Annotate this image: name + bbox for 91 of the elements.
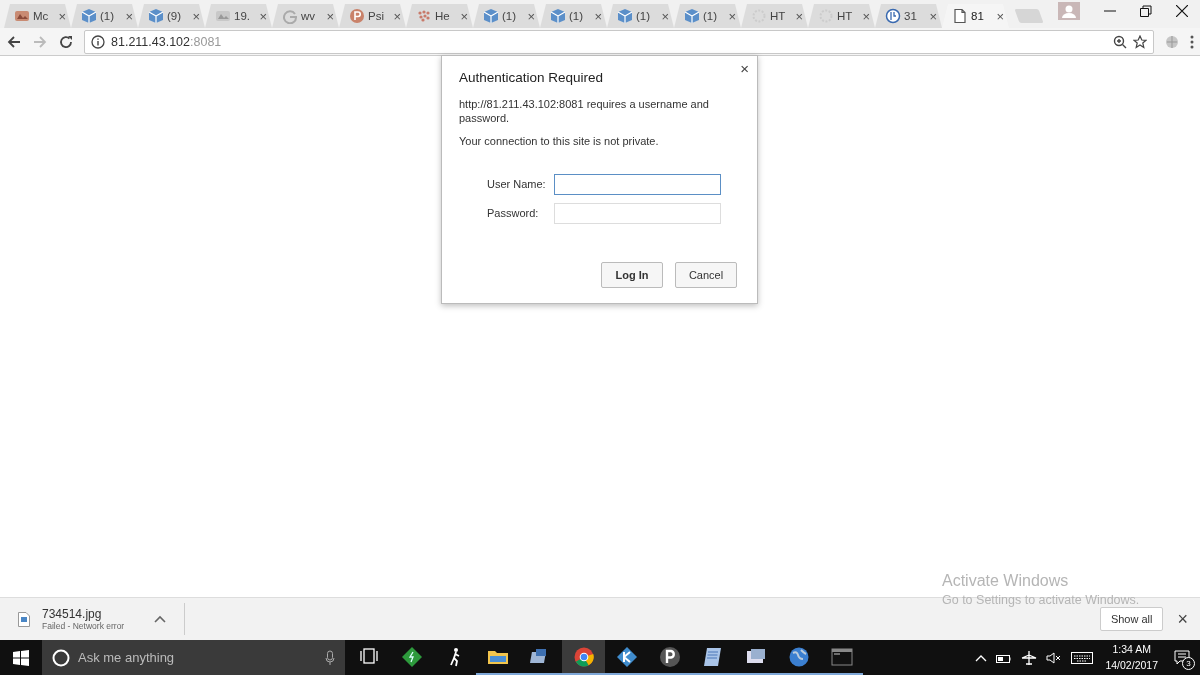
close-icon[interactable] xyxy=(1176,5,1188,17)
microphone-icon[interactable] xyxy=(325,649,335,666)
letter-g-icon xyxy=(282,8,298,24)
tab-close-button[interactable]: × xyxy=(326,8,334,24)
letter-p-icon xyxy=(658,645,681,668)
cube-icon xyxy=(684,8,700,24)
browser-tab[interactable]: (1) × xyxy=(674,4,741,28)
terminal-icon xyxy=(830,645,853,668)
dialog-close-button[interactable]: × xyxy=(740,60,749,77)
cortana-circle-icon xyxy=(52,648,70,667)
privacy-note: Your connection to this site is not private. xyxy=(459,133,660,148)
address-bar[interactable]: 81.211.43.102:8081 xyxy=(84,29,1154,54)
tab-close-button[interactable]: × xyxy=(929,8,937,24)
cube-icon xyxy=(550,8,566,24)
tab-close-button[interactable]: × xyxy=(661,8,669,24)
menu-icon[interactable] xyxy=(1190,34,1194,49)
browser-tab[interactable]: (1) × xyxy=(473,4,540,28)
cancel-button[interactable]: Cancel xyxy=(675,261,737,288)
restore-icon[interactable] xyxy=(1140,5,1152,17)
dots-icon xyxy=(416,8,432,24)
field-label: Password: xyxy=(487,207,540,220)
info-icon xyxy=(91,34,105,49)
reload-icon[interactable] xyxy=(58,33,74,50)
browser-tab[interactable]: 19. × xyxy=(205,4,272,28)
browser-tab[interactable]: wv × xyxy=(272,4,339,28)
tab-close-button[interactable]: × xyxy=(125,8,133,24)
chrome-icon xyxy=(572,645,595,668)
username-field[interactable] xyxy=(553,173,721,195)
activation-message: Go to Settings to activate Windows. xyxy=(942,593,1140,607)
cube-icon xyxy=(81,8,97,24)
browser-tab[interactable]: (9) × xyxy=(138,4,205,28)
tab-close-button[interactable]: × xyxy=(594,8,602,24)
tab-close-button[interactable]: × xyxy=(795,8,803,24)
activation-title: Activate Windows xyxy=(942,572,1070,590)
tab-close-button[interactable]: × xyxy=(460,8,468,24)
notification-count: 3 xyxy=(1182,656,1195,670)
back-icon[interactable] xyxy=(6,33,22,50)
notepad-icon xyxy=(701,645,724,668)
browser-tab[interactable]: Mc × xyxy=(4,4,71,28)
muted-speaker-icon[interactable] xyxy=(1046,650,1063,665)
page-icon xyxy=(952,8,968,24)
cube-icon xyxy=(617,8,633,24)
globe-icon xyxy=(787,645,810,668)
field-label: User Name: xyxy=(487,178,546,191)
tab-close-button[interactable]: × xyxy=(862,8,870,24)
taskbar-search-box[interactable]: Ask me anything xyxy=(42,640,345,675)
image-icon xyxy=(14,8,30,24)
browser-tab[interactable]: 31 × xyxy=(875,4,942,28)
cube-icon xyxy=(148,8,164,24)
action-center-icon[interactable] xyxy=(1174,649,1190,666)
taskbar-clock[interactable]: 1:34 AM 14/02/2017 xyxy=(1105,642,1158,673)
browser-tab[interactable]: (1) × xyxy=(607,4,674,28)
tab-close-button[interactable]: × xyxy=(393,8,401,24)
dialog-title: Authentication Required xyxy=(459,70,605,85)
cube-icon xyxy=(483,8,499,24)
browser-tab[interactable]: He × xyxy=(406,4,473,28)
zoom-icon[interactable] xyxy=(1113,34,1127,49)
login-button[interactable]: Log In xyxy=(601,261,663,288)
page-url: 81.211.43.102:8081 xyxy=(111,34,223,49)
browser-tab[interactable]: HT × xyxy=(741,4,808,28)
kite-icon xyxy=(615,645,638,668)
clock-time: 1:34 AM xyxy=(1112,642,1151,658)
tab-close-button[interactable]: × xyxy=(527,8,535,24)
browser-tab[interactable]: (1) × xyxy=(71,4,138,28)
tab-close-button[interactable]: × xyxy=(259,8,267,24)
keyboard-icon[interactable] xyxy=(1071,651,1094,664)
clock-icon xyxy=(885,8,901,24)
star-icon[interactable] xyxy=(1133,34,1147,49)
letter-p-icon xyxy=(349,8,365,24)
taskbar-app-button[interactable] xyxy=(562,640,605,675)
image-icon xyxy=(215,8,231,24)
dialog-message: http://81.211.43.102:8081 requires a username and password. xyxy=(459,97,710,126)
tab-close-button[interactable]: × xyxy=(192,8,200,24)
browser-tab[interactable]: 81 × xyxy=(942,4,1009,28)
browser-tab[interactable]: Psi × xyxy=(339,4,406,28)
windows-start-icon[interactable] xyxy=(13,649,29,666)
file-icon xyxy=(18,611,30,627)
download-filename[interactable]: 734514.jpg xyxy=(42,607,142,621)
tab-close-button[interactable]: × xyxy=(996,8,1004,24)
airplane-icon[interactable] xyxy=(1021,649,1038,666)
password-field[interactable] xyxy=(553,202,721,224)
tab-close-button[interactable]: × xyxy=(728,8,736,24)
clock-date: 14/02/2017 xyxy=(1105,657,1158,673)
search-placeholder: Ask me anything xyxy=(78,650,176,665)
download-status: Failed - Network error xyxy=(42,621,126,631)
browser-tab[interactable]: (1) × xyxy=(540,4,607,28)
show-all-button[interactable]: Show all xyxy=(1099,607,1164,631)
browser-tab[interactable]: HT × xyxy=(808,4,875,28)
diamond-icon xyxy=(400,645,423,668)
tab-close-button[interactable]: × xyxy=(58,8,66,24)
download-bar-close-button[interactable]: × xyxy=(1177,608,1188,630)
